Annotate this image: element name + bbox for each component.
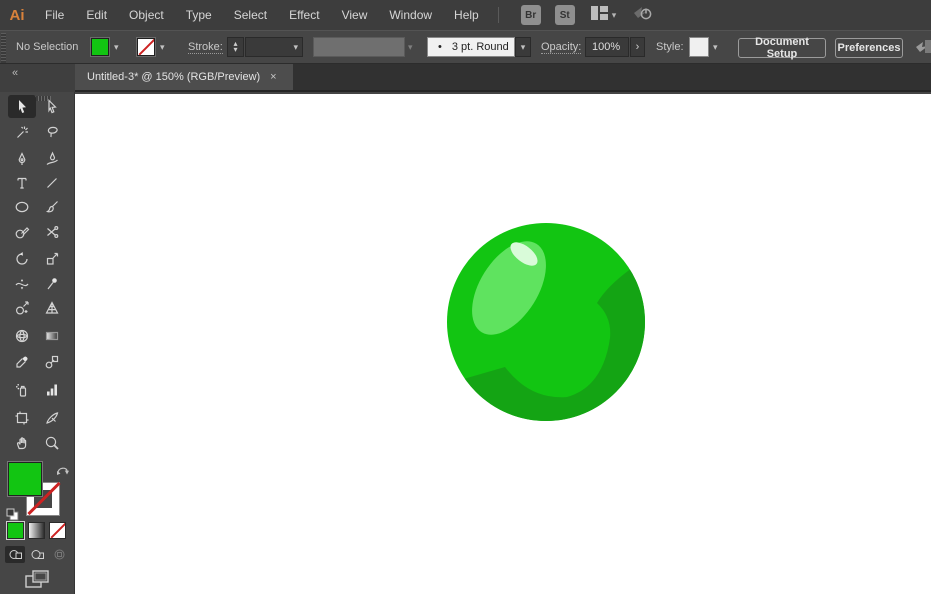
stroke-weight-label[interactable]: Stroke: [188, 41, 223, 54]
illustrator-logo: Ai [9, 6, 25, 24]
scissors-tool[interactable] [38, 220, 66, 243]
brush-dot-icon: • [438, 41, 442, 53]
width-profile-chevron-icon: ▾ [408, 42, 413, 52]
ellipse-tool[interactable] [8, 195, 36, 218]
menu-view[interactable]: View [331, 1, 379, 29]
align-panel-icon-cutoff[interactable] [915, 38, 931, 61]
menubar-divider [497, 7, 499, 23]
stroke-color-swatch[interactable] [137, 38, 155, 56]
change-screen-mode-icon[interactable] [24, 569, 50, 594]
selection-status-label: No Selection [16, 41, 79, 53]
artboard-tool[interactable] [8, 406, 36, 429]
stroke-weight-stepper[interactable]: ▴ ▾ [227, 37, 244, 57]
gradient-tool[interactable] [38, 324, 66, 347]
preferences-button[interactable]: Preferences [835, 38, 903, 58]
symbol-sprayer-tool[interactable] [8, 378, 36, 401]
none-button[interactable] [49, 522, 66, 539]
chevron-down-icon[interactable]: ▾ [612, 10, 617, 21]
line-segment-tool[interactable] [38, 171, 66, 194]
document-tab-bar: Untitled-3* @ 150% (RGB/Preview) × [75, 64, 931, 92]
scale-tool[interactable] [38, 247, 66, 270]
menu-window[interactable]: Window [378, 1, 443, 29]
document-tab[interactable]: Untitled-3* @ 150% (RGB/Preview) × [75, 64, 293, 90]
brush-definition-combo[interactable]: • 3 pt. Round [427, 37, 515, 57]
curvature-tool[interactable] [38, 147, 66, 170]
menu-help[interactable]: Help [443, 1, 490, 29]
gradient-button[interactable] [28, 522, 45, 539]
lasso-tool[interactable] [38, 120, 66, 143]
opacity-arrow-button[interactable]: › [630, 37, 645, 57]
puppet-warp-tool[interactable] [38, 272, 66, 295]
ball-artwork[interactable] [75, 94, 931, 594]
fill-indicator[interactable] [8, 462, 42, 496]
close-tab-icon[interactable]: × [270, 71, 276, 83]
width-profile-dropdown-disabled [313, 37, 405, 57]
zoom-tool[interactable] [38, 431, 66, 454]
blend-tool[interactable] [38, 350, 66, 373]
green-ball[interactable] [447, 223, 649, 427]
width-tool[interactable] [8, 272, 36, 295]
document-setup-button[interactable]: Document Setup [738, 36, 826, 60]
rotate-tool[interactable] [8, 247, 36, 270]
paintbrush-tool[interactable] [38, 195, 66, 218]
artboard-canvas[interactable] [75, 94, 931, 594]
perspective-grid-tool[interactable] [38, 296, 66, 319]
mesh-tool[interactable] [8, 324, 36, 347]
stock-icon[interactable]: St [554, 5, 575, 25]
chevron-down-icon: ▾ [293, 41, 298, 52]
menu-edit[interactable]: Edit [75, 1, 118, 29]
opacity-label[interactable]: Opacity: [541, 41, 582, 54]
draw-behind-button[interactable] [27, 546, 47, 563]
brush-chevron-button[interactable]: ▾ [515, 37, 531, 57]
magic-wand-tool[interactable] [8, 120, 36, 143]
menu-object[interactable]: Object [118, 1, 175, 29]
menu-effect[interactable]: Effect [278, 1, 330, 29]
pen-tool[interactable] [8, 147, 36, 170]
style-label: Style: [656, 41, 684, 53]
control-bar-grip[interactable] [1, 33, 6, 63]
bridge-icon[interactable]: Br [520, 5, 541, 25]
selection-tool[interactable] [8, 95, 36, 118]
swap-fill-stroke-icon[interactable] [56, 463, 70, 481]
opacity-input[interactable]: 100% [585, 37, 629, 57]
style-chevron-down-icon[interactable]: ▾ [713, 42, 718, 53]
none-slash-icon [50, 523, 65, 538]
draw-inside-button [49, 546, 69, 563]
stroke-chevron-down-icon[interactable]: ▾ [160, 42, 165, 53]
document-tab-title: Untitled-3* @ 150% (RGB/Preview) [87, 71, 261, 83]
menu-type[interactable]: Type [175, 1, 223, 29]
shape-builder-tool[interactable] [8, 296, 36, 319]
stroke-weight-combo[interactable]: ▾ [245, 37, 303, 57]
tool-panel-header: « [0, 64, 75, 92]
none-slash-icon [138, 39, 154, 55]
menu-bar: Ai File Edit Object Type Select Effect V… [0, 0, 931, 30]
column-graph-tool[interactable] [38, 378, 66, 401]
sync-power-icon[interactable] [632, 4, 654, 27]
type-tool[interactable] [8, 171, 36, 194]
style-swatch[interactable] [689, 37, 709, 57]
eyedropper-tool[interactable] [8, 350, 36, 373]
menu-select[interactable]: Select [223, 1, 278, 29]
hand-tool[interactable] [8, 431, 36, 454]
slice-tool[interactable] [38, 406, 66, 429]
workspace-switcher-icon[interactable] [590, 5, 608, 25]
menu-file[interactable]: File [34, 1, 75, 29]
color-button[interactable] [7, 522, 24, 539]
fill-chevron-down-icon[interactable]: ▾ [114, 42, 119, 53]
collapse-panel-icon[interactable]: « [12, 67, 18, 79]
fill-color-swatch[interactable] [91, 38, 109, 56]
direct-selection-tool[interactable] [38, 95, 66, 118]
draw-normal-button[interactable] [5, 546, 25, 563]
shaper-tool[interactable] [8, 220, 36, 243]
brush-value: 3 pt. Round [451, 41, 509, 53]
